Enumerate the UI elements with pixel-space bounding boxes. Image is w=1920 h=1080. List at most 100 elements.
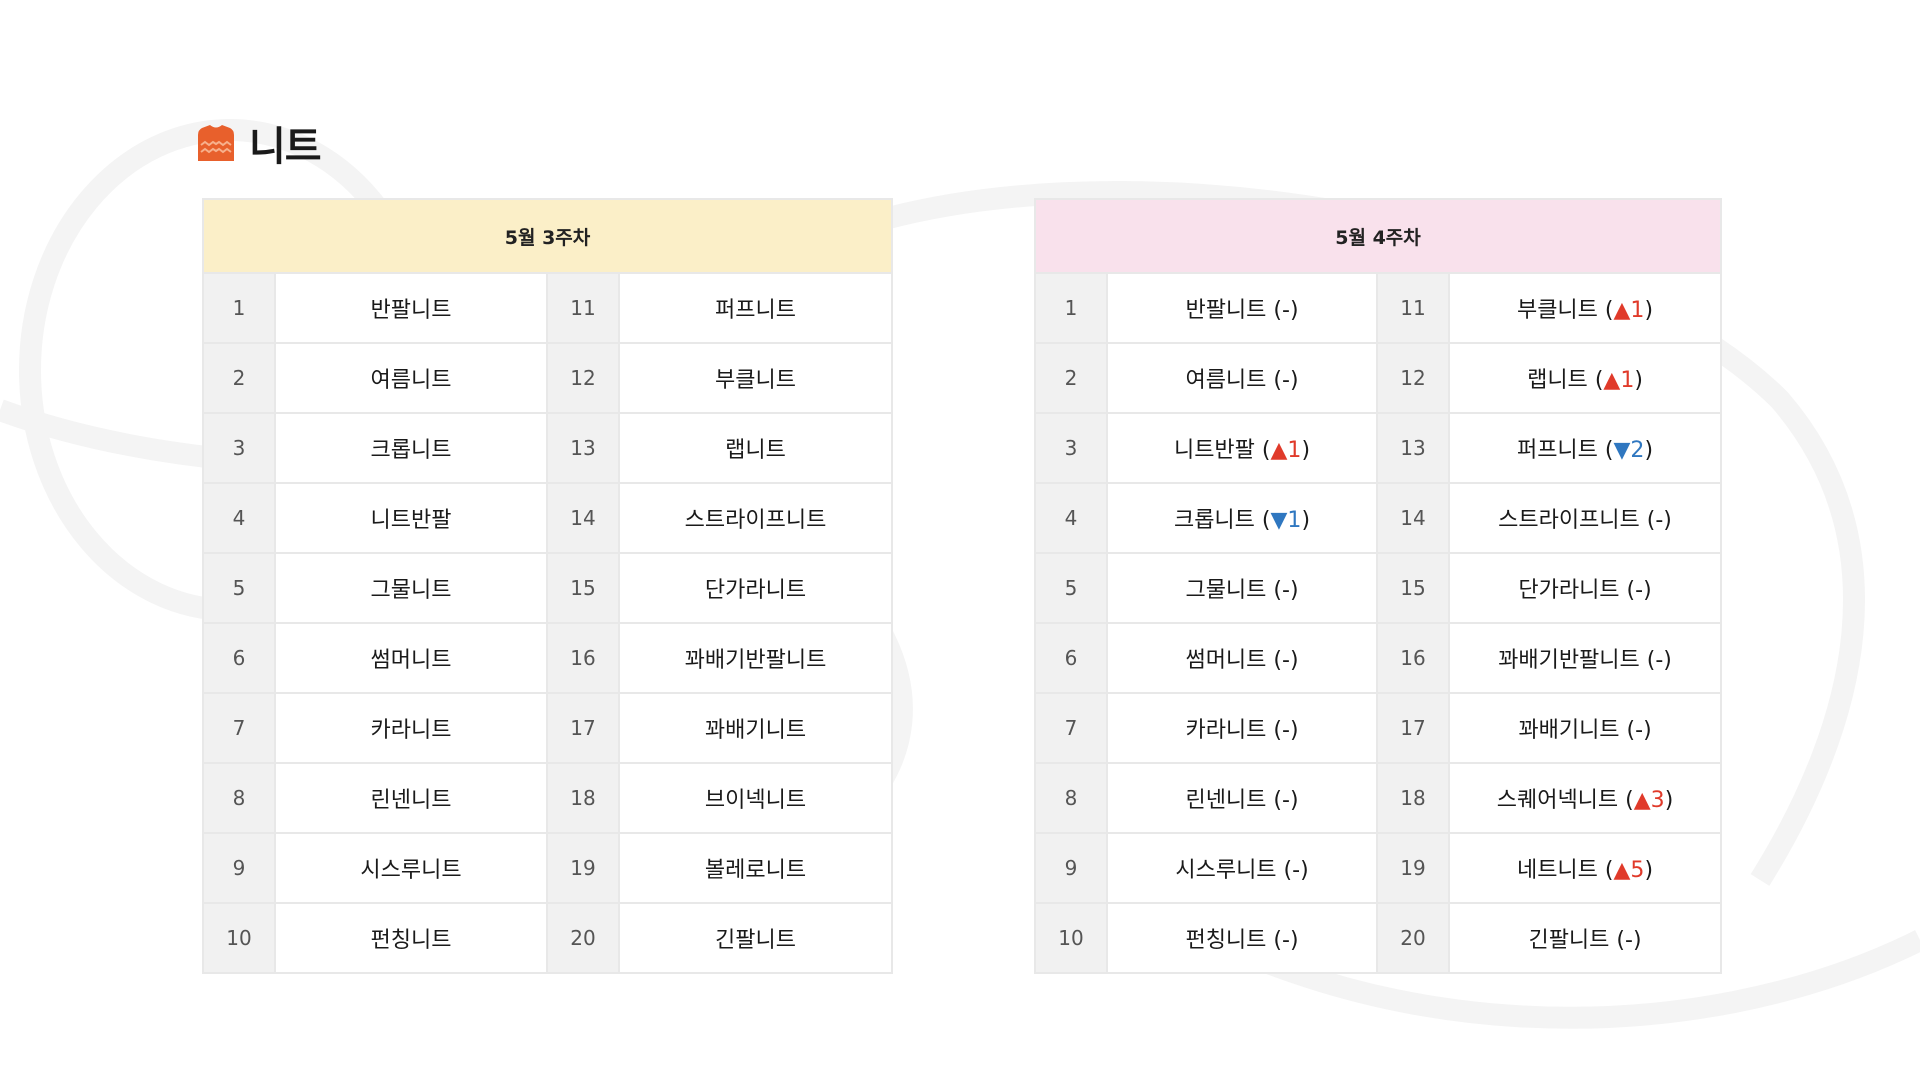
table-row: 7 카라니트 17 꽈배기니트 [202, 692, 893, 764]
table-row: 7 카라니트 (-) 17 꽈배기니트 (-) [1034, 692, 1722, 764]
table-row: 4 니트반팔 14 스트라이프니트 [202, 482, 893, 554]
item-label: 크롭니트 [370, 438, 452, 463]
item-name: 랩니트 [618, 412, 893, 484]
rank-down-indicator: ▼1 [1270, 508, 1302, 533]
rank-number: 18 [1376, 762, 1450, 834]
table-row: 6 썸머니트 16 꽈배기반팔니트 [202, 622, 893, 694]
rank-number: 19 [1376, 832, 1450, 904]
item-name: 꽈배기니트 (-) [1448, 692, 1722, 764]
item-name: 스퀘어넥니트 (▲3) [1448, 762, 1722, 834]
item-name: 시스루니트 [274, 832, 548, 904]
item-label: 여름니트 [1185, 368, 1267, 393]
item-label: 스트라이프니트 [1498, 508, 1640, 533]
item-label: 네트니트 [1516, 858, 1598, 883]
rank-change: (-) [1283, 858, 1309, 883]
rank-up-indicator: ▲5 [1613, 858, 1645, 883]
item-label: 볼레로니트 [704, 858, 807, 883]
rank-number: 13 [546, 412, 620, 484]
item-name: 여름니트 [274, 342, 548, 414]
rank-number: 6 [202, 622, 276, 694]
item-name: 반팔니트 [274, 272, 548, 344]
rank-change: (-) [1626, 578, 1652, 603]
table-row: 2 여름니트 12 부클니트 [202, 342, 893, 414]
item-name: 반팔니트 (-) [1106, 272, 1378, 344]
table-row: 1 반팔니트 (-) 11 부클니트 (▲1) [1034, 272, 1722, 344]
item-label: 꽈배기반팔니트 [1498, 648, 1640, 673]
item-label: 그물니트 [370, 578, 452, 603]
item-label: 랩니트 [1527, 368, 1588, 393]
item-label: 퍼프니트 [1516, 438, 1598, 463]
rank-number: 3 [202, 412, 276, 484]
item-name: 크롭니트 (▼1) [1106, 482, 1378, 554]
rank-number: 20 [546, 902, 620, 974]
item-name: 스트라이프니트 (-) [1448, 482, 1722, 554]
rank-change: (-) [1646, 508, 1672, 533]
rank-number: 5 [1034, 552, 1108, 624]
ranking-table-week1: 5월 3주차 1 반팔니트 11 퍼프니트 2 여름니트 12 부클니트 3 크롭니트 13 랩니트 4… [202, 198, 893, 974]
sweater-icon [198, 125, 234, 161]
item-label: 크롭니트 [1173, 508, 1255, 533]
table-row: 2 여름니트 (-) 12 랩니트 (▲1) [1034, 342, 1722, 414]
item-label: 그물니트 [1185, 578, 1267, 603]
item-label: 시스루니트 [360, 858, 462, 883]
rank-number: 4 [1034, 482, 1108, 554]
table-row: 8 린넨니트 (-) 18 스퀘어넥니트 (▲3) [1034, 762, 1722, 834]
rank-number: 8 [1034, 762, 1108, 834]
table-row: 9 시스루니트 (-) 19 네트니트 (▲5) [1034, 832, 1722, 904]
rank-number: 17 [546, 692, 620, 764]
rank-number: 15 [546, 552, 620, 624]
table-row: 10 펀칭니트 (-) 20 긴팔니트 (-) [1034, 902, 1722, 974]
rank-change: (-) [1273, 578, 1299, 603]
rank-number: 17 [1376, 692, 1450, 764]
item-label: 부클니트 [1516, 298, 1598, 323]
item-label: 펀칭니트 [370, 928, 452, 953]
item-label: 시스루니트 [1175, 858, 1277, 883]
item-label: 단가라니트 [704, 578, 807, 603]
item-name: 그물니트 [274, 552, 548, 624]
rank-number: 7 [202, 692, 276, 764]
rank-up-indicator: ▲1 [1613, 298, 1645, 323]
page-title-text: 니트 [249, 124, 322, 170]
item-label: 반팔니트 [1185, 298, 1267, 323]
item-name: 퍼프니트 [618, 272, 893, 344]
item-label: 니트반팔 [1173, 438, 1255, 463]
rank-number: 12 [1376, 342, 1450, 414]
rank-number: 9 [1034, 832, 1108, 904]
item-name: 부클니트 (▲1) [1448, 272, 1722, 344]
item-name: 단가라니트 (-) [1448, 552, 1722, 624]
week1-header: 5월 3주차 [202, 198, 893, 274]
item-label: 스트라이프니트 [684, 508, 827, 533]
table-row: 3 니트반팔 (▲1) 13 퍼프니트 (▼2) [1034, 412, 1722, 484]
item-name: 린넨니트 (-) [1106, 762, 1378, 834]
item-label: 브이넥니트 [704, 788, 807, 813]
table-row: 6 썸머니트 (-) 16 꽈배기반팔니트 (-) [1034, 622, 1722, 694]
rank-change: (-) [1273, 368, 1299, 393]
rank-number: 11 [1376, 272, 1450, 344]
week2-header: 5월 4주차 [1034, 198, 1722, 274]
item-name: 니트반팔 [274, 482, 548, 554]
page-title: 니트 [197, 118, 322, 170]
rank-number: 2 [202, 342, 276, 414]
table-row: 5 그물니트 (-) 15 단가라니트 (-) [1034, 552, 1722, 624]
rank-change: (-) [1273, 788, 1299, 813]
item-label: 썸머니트 [1185, 648, 1267, 673]
rank-number: 2 [1034, 342, 1108, 414]
item-label: 긴팔니트 [1528, 928, 1610, 953]
rank-up-indicator: ▲1 [1270, 438, 1302, 463]
item-label: 린넨니트 [1185, 788, 1267, 813]
item-name: 여름니트 (-) [1106, 342, 1378, 414]
rank-number: 16 [1376, 622, 1450, 694]
table-row: 1 반팔니트 11 퍼프니트 [202, 272, 893, 344]
rank-number: 8 [202, 762, 276, 834]
rank-up-indicator: ▲1 [1603, 368, 1635, 393]
item-label: 여름니트 [370, 368, 452, 393]
rank-number: 1 [202, 272, 276, 344]
item-name: 썸머니트 (-) [1106, 622, 1378, 694]
rank-number: 9 [202, 832, 276, 904]
item-name: 린넨니트 [274, 762, 548, 834]
item-name: 크롭니트 [274, 412, 548, 484]
rank-up-indicator: ▲3 [1633, 788, 1665, 813]
item-name: 시스루니트 (-) [1106, 832, 1378, 904]
rank-change: (-) [1273, 648, 1299, 673]
rank-number: 14 [1376, 482, 1450, 554]
